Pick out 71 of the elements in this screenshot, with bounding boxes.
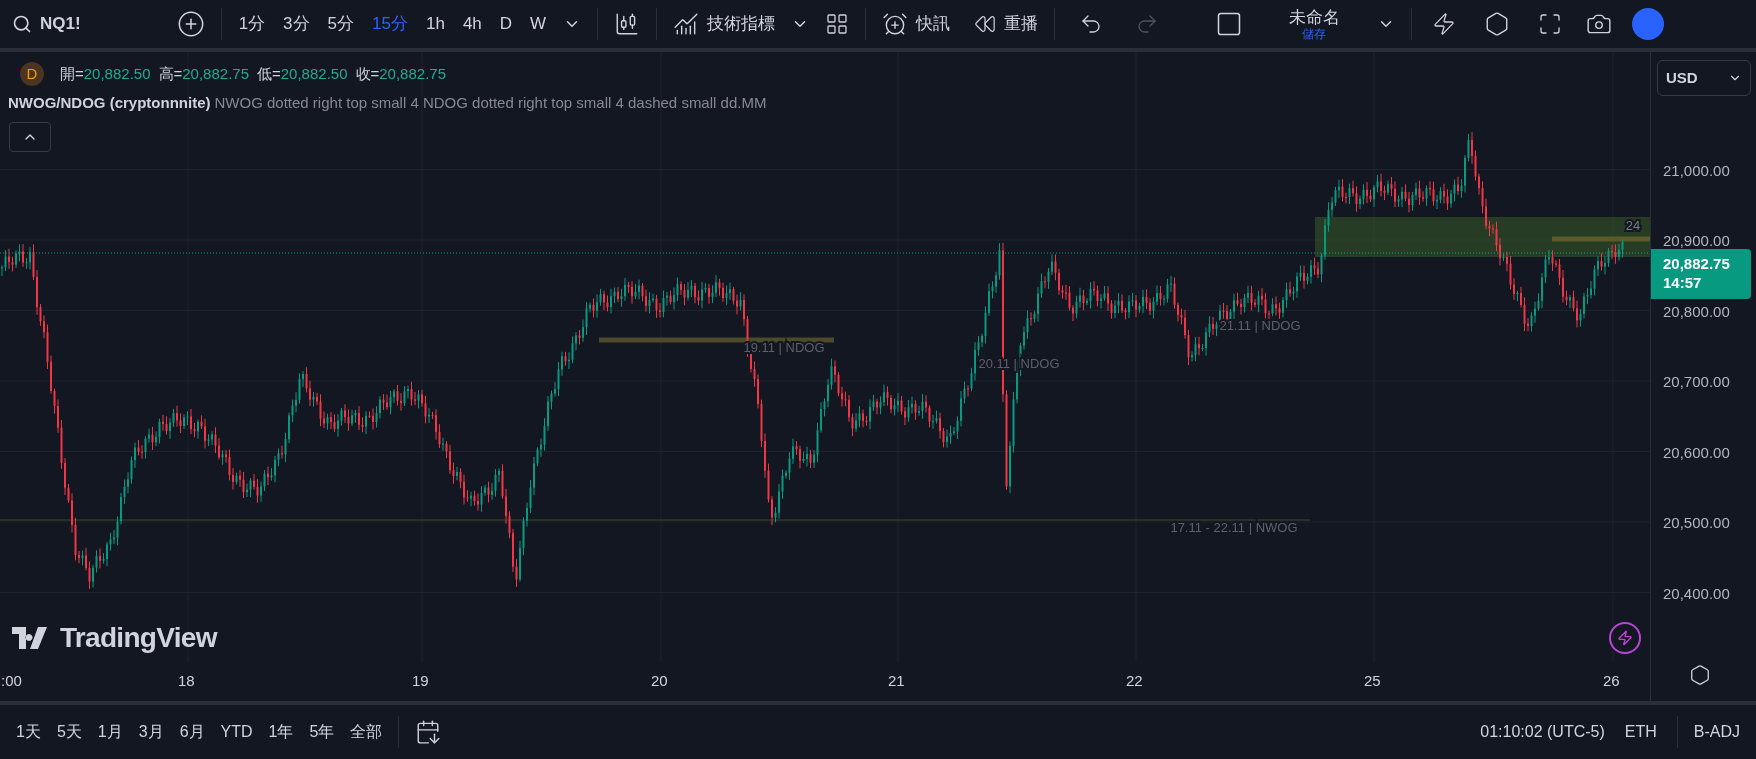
timezone-button[interactable]: 01:10:02 (UTC-5) [1472,720,1613,744]
session-button[interactable]: ETH [1612,720,1669,744]
symbol-search[interactable]: NQ1! [4,6,89,42]
settings-icon [1689,664,1711,686]
interval-button[interactable]: 4h [453,6,491,42]
indicator-params: NWOG dotted right top small 4 NDOG dotted right top small 4 dashed small dd.MM [214,93,767,113]
plus-icon [176,10,205,38]
currency-dropdown[interactable]: USD [1657,60,1751,96]
ohlc-value: 低=20,882.50 [257,63,348,84]
time-label: 19 [412,671,429,691]
last-price: 20,882.75 [1663,255,1731,274]
alarm-clock-icon [882,11,909,37]
interval-button[interactable]: 1分 [229,6,275,42]
chart-icon [673,11,700,37]
range-button[interactable]: 全部 [342,716,391,748]
ohlc-value: 高=20,882.75 [158,63,249,84]
axis-settings-button[interactable] [1689,664,1711,686]
ohlc-value: 開=20,882.50 [60,63,151,84]
level-label: 17.11 - 22.11 | NWOG [1170,520,1298,535]
time-label: 26 [1603,671,1620,691]
range-button[interactable]: 1月 [89,716,131,748]
price-label: 20,500.00 [1663,513,1730,533]
range-button[interactable]: 5年 [301,716,343,748]
interval-button[interactable]: 5分 [318,6,364,42]
publish-button[interactable] [1632,8,1665,40]
interval-button[interactable]: 3分 [274,6,319,42]
bar-countdown: 14:57 [1663,274,1703,293]
indicators-button[interactable]: 技術指標 [665,6,784,42]
fullscreen-icon [1538,12,1563,36]
interval-badge: D [20,62,44,86]
lightning-icon [1617,630,1633,646]
price-label: 20,600.00 [1663,442,1730,463]
search-icon [12,14,32,34]
interval-button[interactable]: D [490,6,522,42]
grid-icon [825,12,850,36]
time-label: 21 [888,671,905,691]
time-label: 25 [1364,671,1381,691]
price-label: 20,700.00 [1663,372,1730,392]
time-label: 18 [178,671,195,691]
range-button[interactable]: 3月 [130,716,172,748]
time-label: :00 [1,671,22,691]
price-label: 20,400.00 [1663,583,1730,604]
indicator-name[interactable]: NWOG/NDOG (cryptonnnite) [8,92,211,115]
interval-button[interactable]: 1h [416,6,454,42]
interval-button[interactable]: W [521,6,556,42]
layout-name-button[interactable]: 未命名 儲存 [1259,8,1370,40]
calendar-icon [415,719,442,745]
time-label: 20 [651,671,668,691]
brand-name: TradingView [60,621,217,655]
price-label: 21,000.00 [1663,160,1730,181]
range-button[interactable]: 5天 [48,716,90,748]
lightning-button[interactable] [1609,622,1641,654]
price-label: 20,900.00 [1663,231,1730,251]
range-button[interactable]: 1年 [260,716,302,748]
layout-name: 未命名 [1288,8,1340,26]
interval-button[interactable]: 15分 [363,6,417,42]
range-button[interactable]: 1天 [8,716,49,748]
save-status: 儲存 [1302,27,1327,40]
price-label: 20,800.00 [1663,301,1730,322]
time-label: 22 [1126,671,1143,691]
ohlc-value: 收=20,882.75 [355,63,446,84]
adjustment-button[interactable]: B-ADJ [1685,720,1748,744]
alert-button[interactable]: 快訊 [874,6,959,42]
rewind-icon [974,13,997,35]
range-button[interactable]: YTD [212,716,261,748]
range-button[interactable]: 6月 [171,716,213,748]
lightning-icon [1432,12,1457,36]
replay-button[interactable]: 重播 [966,6,1047,42]
level-label: 24 [1625,218,1641,233]
level-label: 21.11 | NDOG [1219,318,1301,333]
collapse-legend-button[interactable] [9,122,51,152]
